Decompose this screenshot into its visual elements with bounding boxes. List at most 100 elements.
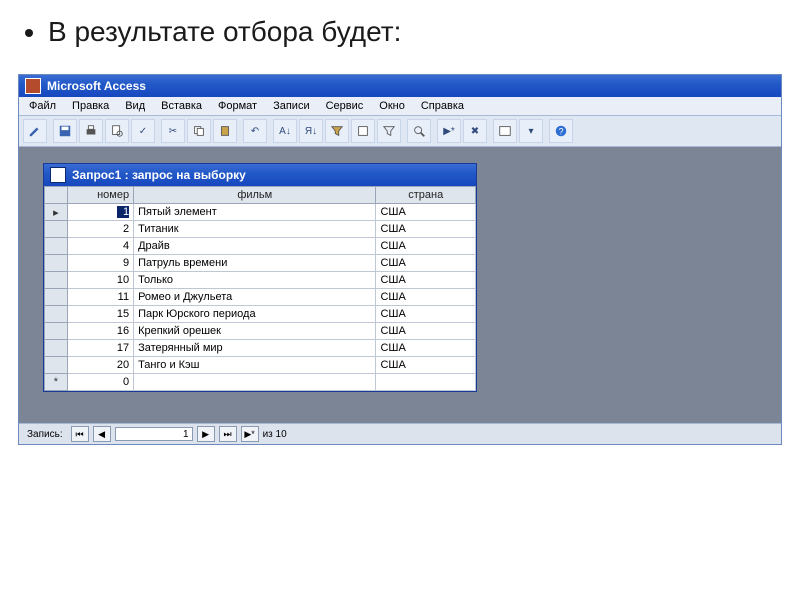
select-all-corner[interactable] [45, 187, 68, 204]
menu-view[interactable]: Вид [119, 99, 151, 113]
new-object-icon[interactable]: ▾ [519, 119, 543, 143]
table-row[interactable]: 2ТитаникСША [45, 221, 476, 238]
menu-format[interactable]: Формат [212, 99, 263, 113]
row-selector[interactable] [45, 289, 68, 306]
table-row[interactable]: 11Ромео и ДжульетаСША [45, 289, 476, 306]
table-row[interactable]: 4ДрайвСША [45, 238, 476, 255]
menu-bar[interactable]: Файл Правка Вид Вставка Формат Записи Се… [19, 97, 781, 116]
cell-num[interactable]: 1 [67, 204, 133, 221]
print-preview-icon[interactable] [105, 119, 129, 143]
table-row[interactable]: 9Патруль времениСША [45, 255, 476, 272]
apply-filter-icon[interactable] [377, 119, 401, 143]
cell-num[interactable]: 0 [67, 374, 133, 391]
slide-bullet: В результате отбора будет: [48, 16, 780, 48]
cell-num[interactable]: 10 [67, 272, 133, 289]
menu-edit[interactable]: Правка [66, 99, 115, 113]
nav-new-button[interactable]: ▶* [241, 426, 259, 442]
cut-icon[interactable]: ✂ [161, 119, 185, 143]
cell-num[interactable]: 16 [67, 323, 133, 340]
row-selector[interactable] [45, 272, 68, 289]
column-header-country[interactable]: страна [376, 187, 476, 204]
spelling-icon[interactable]: ✓ [131, 119, 155, 143]
table-row[interactable]: 17Затерянный мирСША [45, 340, 476, 357]
cell-film[interactable]: Пятый элемент [134, 204, 376, 221]
menu-insert[interactable]: Вставка [155, 99, 208, 113]
paste-icon[interactable] [213, 119, 237, 143]
cell-film[interactable]: Драйв [134, 238, 376, 255]
cell-country[interactable]: США [376, 272, 476, 289]
row-selector[interactable] [45, 306, 68, 323]
filter-form-icon[interactable] [351, 119, 375, 143]
cell-num[interactable]: 17 [67, 340, 133, 357]
cell-num[interactable]: 2 [67, 221, 133, 238]
row-selector[interactable] [45, 238, 68, 255]
row-selector[interactable] [45, 255, 68, 272]
cell-country[interactable]: США [376, 238, 476, 255]
slide-text: В результате отбора будет: [0, 0, 800, 64]
cell-country[interactable] [376, 374, 476, 391]
delete-record-icon[interactable]: ✖ [463, 119, 487, 143]
separator [49, 119, 51, 141]
menu-records[interactable]: Записи [267, 99, 316, 113]
menu-tools[interactable]: Сервис [320, 99, 370, 113]
cell-film[interactable]: Патруль времени [134, 255, 376, 272]
menu-file[interactable]: Файл [23, 99, 62, 113]
cell-film[interactable]: Только [134, 272, 376, 289]
cell-num[interactable]: 4 [67, 238, 133, 255]
cell-film[interactable]: Титаник [134, 221, 376, 238]
menu-help[interactable]: Справка [415, 99, 470, 113]
cell-num[interactable]: 20 [67, 357, 133, 374]
column-header-num[interactable]: номер [67, 187, 133, 204]
cell-country[interactable]: США [376, 221, 476, 238]
help-icon[interactable]: ? [549, 119, 573, 143]
cell-country[interactable]: США [376, 204, 476, 221]
cell-country[interactable]: США [376, 255, 476, 272]
new-record-icon[interactable]: ▶* [437, 119, 461, 143]
cell-country[interactable]: США [376, 357, 476, 374]
cell-num[interactable]: 9 [67, 255, 133, 272]
row-selector[interactable]: ▸ [45, 204, 68, 221]
cell-num[interactable]: 11 [67, 289, 133, 306]
print-icon[interactable] [79, 119, 103, 143]
datasheet-grid[interactable]: номер фильм страна ▸1Пятый элементСША2Ти… [44, 186, 476, 391]
find-icon[interactable] [407, 119, 431, 143]
row-selector[interactable] [45, 357, 68, 374]
save-icon[interactable] [53, 119, 77, 143]
cell-film[interactable] [134, 374, 376, 391]
table-row[interactable]: ▸1Пятый элементСША [45, 204, 476, 221]
cell-film[interactable]: Крепкий орешек [134, 323, 376, 340]
nav-label: Запись: [23, 429, 67, 440]
nav-last-button[interactable]: ⏭ [219, 426, 237, 442]
menu-window[interactable]: Окно [373, 99, 411, 113]
cell-country[interactable]: США [376, 306, 476, 323]
nav-current-input[interactable] [115, 427, 193, 441]
cell-film[interactable]: Танго и Кэш [134, 357, 376, 374]
cell-num[interactable]: 15 [67, 306, 133, 323]
app-title: Microsoft Access [47, 79, 146, 93]
sort-asc-icon[interactable]: A↓ [273, 119, 297, 143]
cell-country[interactable]: США [376, 323, 476, 340]
table-row[interactable]: 20Танго и КэшСША [45, 357, 476, 374]
design-view-icon[interactable] [23, 119, 47, 143]
nav-next-button[interactable]: ▶ [197, 426, 215, 442]
cell-film[interactable]: Затерянный мир [134, 340, 376, 357]
table-row[interactable]: 15 Парк Юрского периодаСША [45, 306, 476, 323]
cell-film[interactable]: Парк Юрского периода [134, 306, 376, 323]
cell-country[interactable]: США [376, 289, 476, 306]
nav-first-button[interactable]: ⏮ [71, 426, 89, 442]
cell-country[interactable]: США [376, 340, 476, 357]
table-row[interactable]: 16Крепкий орешекСША [45, 323, 476, 340]
row-selector[interactable] [45, 221, 68, 238]
nav-prev-button[interactable]: ◀ [93, 426, 111, 442]
copy-icon[interactable] [187, 119, 211, 143]
sort-desc-icon[interactable]: Я↓ [299, 119, 323, 143]
database-window-icon[interactable] [493, 119, 517, 143]
row-selector[interactable] [45, 340, 68, 357]
table-row[interactable]: 10ТолькоСША [45, 272, 476, 289]
new-record-row[interactable]: *0 [45, 374, 476, 391]
filter-selection-icon[interactable] [325, 119, 349, 143]
cell-film[interactable]: Ромео и Джульета [134, 289, 376, 306]
row-selector[interactable] [45, 323, 68, 340]
undo-icon[interactable]: ↶ [243, 119, 267, 143]
column-header-film[interactable]: фильм [134, 187, 376, 204]
